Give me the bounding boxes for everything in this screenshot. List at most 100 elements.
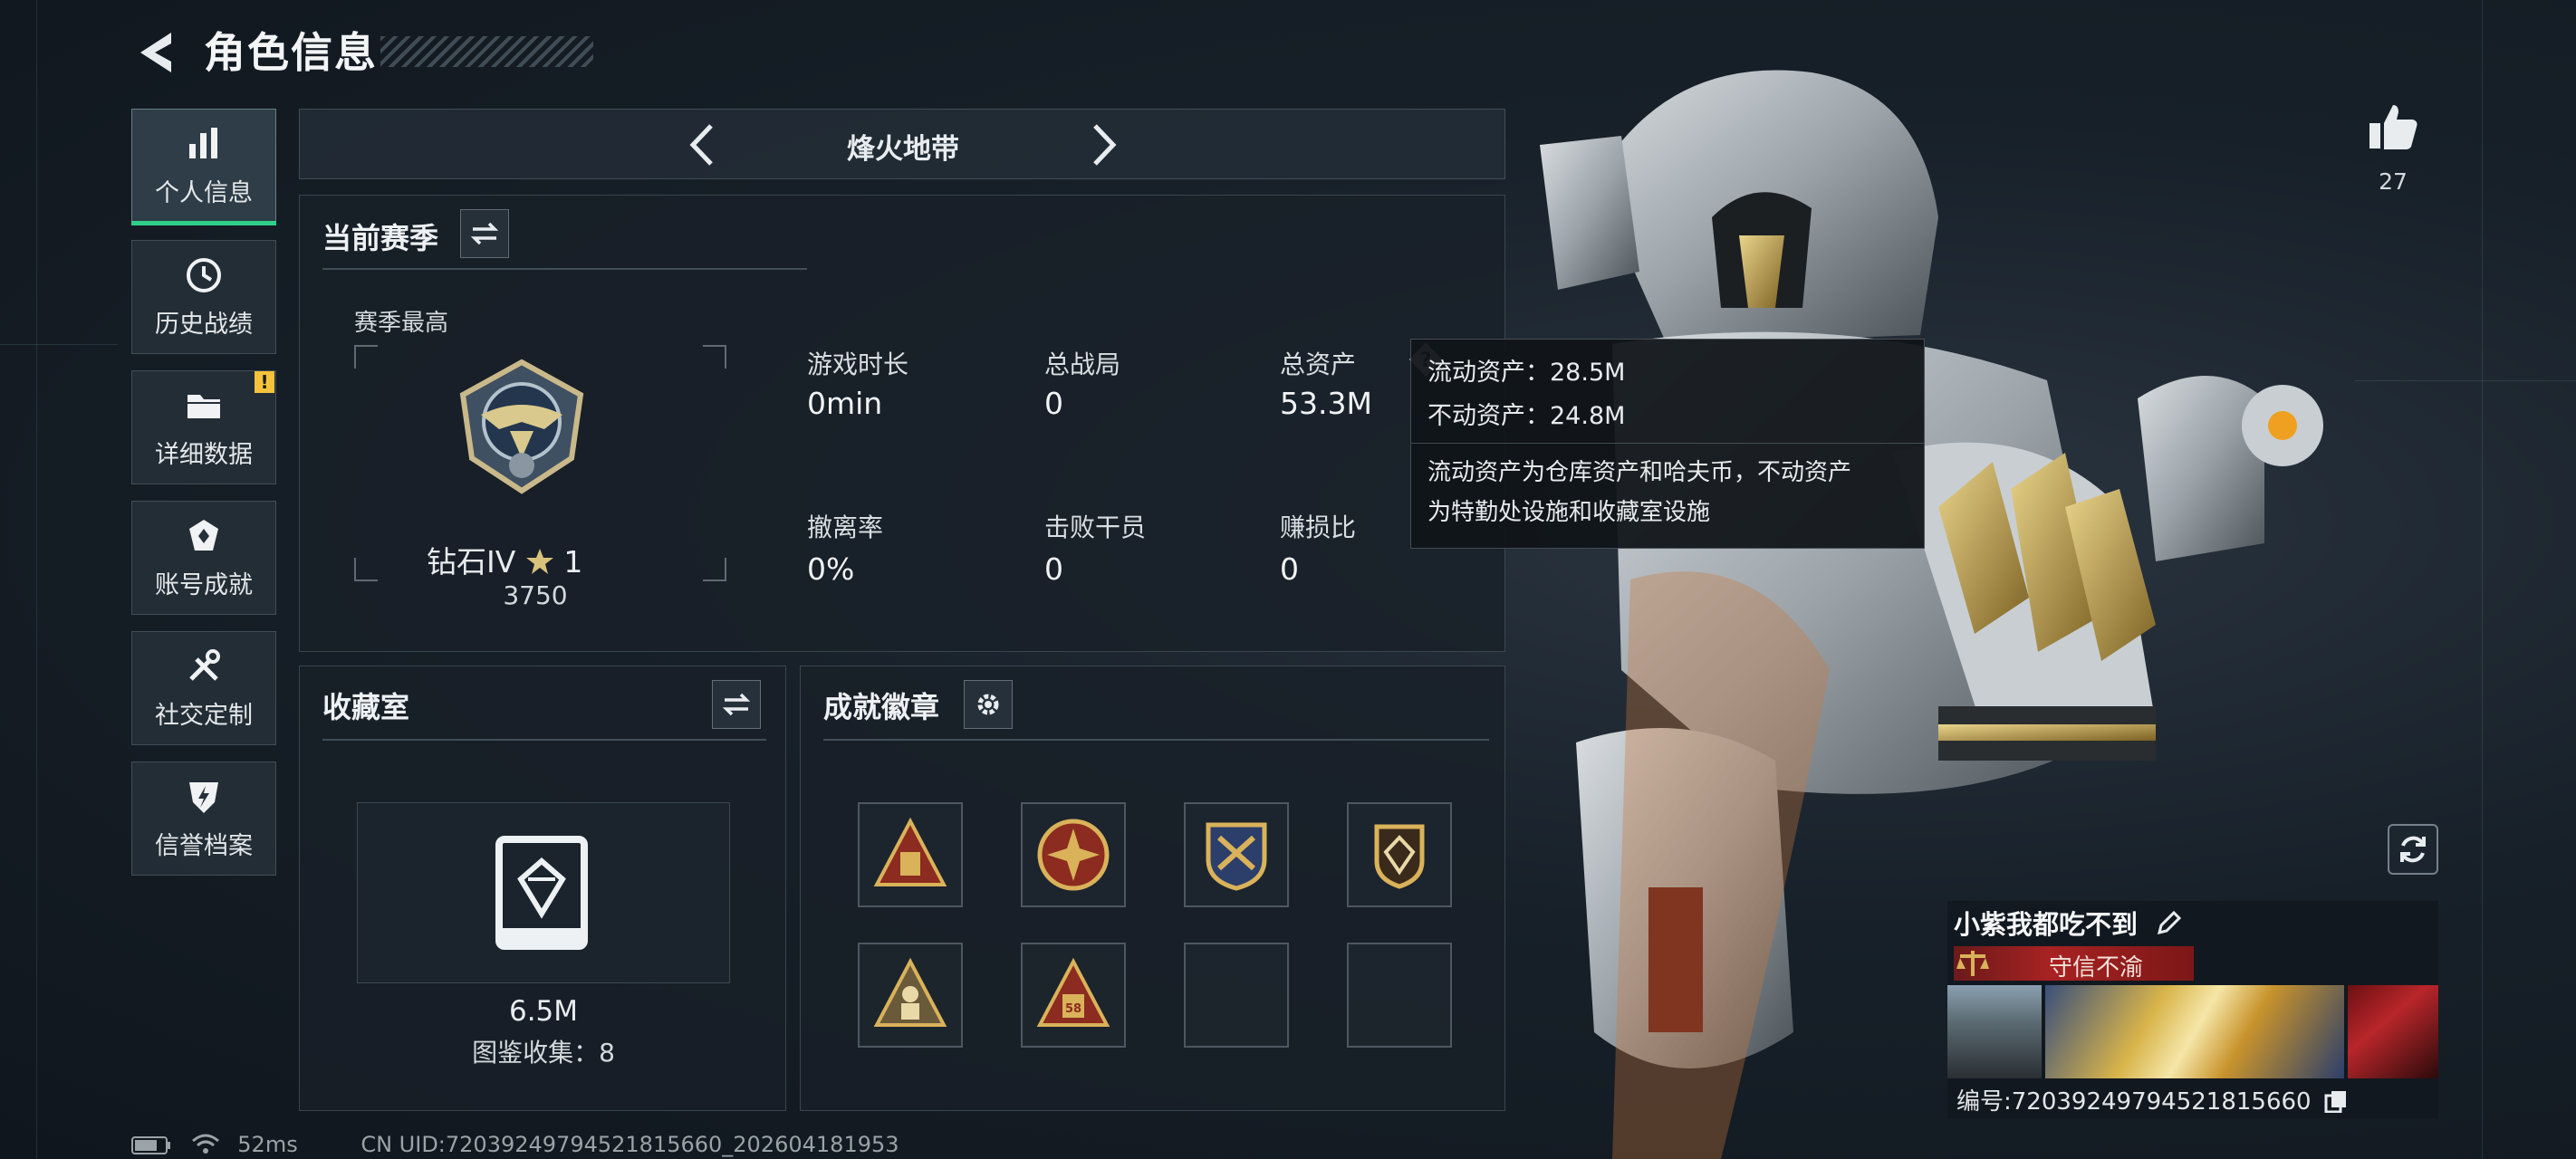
frame-corner <box>354 345 378 369</box>
triangle-crate-badge-icon <box>873 817 947 886</box>
achievement-badge-slot[interactable] <box>1184 802 1289 907</box>
achievements-panel: 成就徽章 58 <box>800 666 1505 1111</box>
mode-selector: 烽火地带 <box>299 109 1505 179</box>
achievement-badge-slot[interactable] <box>858 802 963 907</box>
player-uid-row: 编号:7203924979452181566​0 <box>1956 1083 2348 1116</box>
next-mode-button[interactable] <box>1081 120 1126 169</box>
thumbs-up-icon <box>2369 105 2417 149</box>
round-star-badge-icon <box>1037 819 1110 891</box>
bar-chart-icon <box>189 127 217 158</box>
battery-icon <box>131 1136 170 1154</box>
divider <box>322 268 807 270</box>
sidebar-item-history[interactable]: 历史战绩 <box>131 240 276 354</box>
stat-value-playtime: 0min <box>807 386 883 421</box>
collection-count: 图鉴收集：8 <box>472 1038 615 1068</box>
frame-corner <box>703 345 726 369</box>
achievement-badge-slot-empty[interactable] <box>1347 943 1452 1048</box>
stat-label-playtime: 游戏时长 <box>807 350 909 379</box>
like-button[interactable] <box>2366 100 2420 154</box>
rank-emblem-icon <box>459 359 584 494</box>
player-uid: 编号:7203924979452181566​0 <box>1956 1088 2312 1116</box>
sidebar-item-label: 详细数据 <box>155 440 253 469</box>
tooltip-description-2: 为特勤处设施和收藏室设施 <box>1427 499 1711 526</box>
sidebar-item-label: 账号成就 <box>155 570 253 599</box>
triangle-soldier-badge-icon <box>873 957 947 1027</box>
gem-shield-badge-icon <box>1374 824 1425 889</box>
stat-value-operators-defeated: 0 <box>1044 551 1063 587</box>
profile-banner-card[interactable] <box>2045 985 2344 1078</box>
refresh-button[interactable] <box>2388 824 2438 875</box>
collection-value: 6.5M <box>508 995 579 1028</box>
active-indicator <box>131 221 276 225</box>
player-name: 小紫我都吃不到 <box>1954 909 2139 940</box>
stat-value-total-matches: 0 <box>1044 386 1063 421</box>
swap-icon <box>722 693 751 716</box>
sidebar-item-reputation[interactable]: 信誉档案 <box>131 761 276 876</box>
title-decoration <box>380 36 593 67</box>
chevron-right-icon <box>1093 124 1117 166</box>
folder-icon <box>187 394 220 418</box>
triangle-58-badge-icon: 58 <box>1036 957 1110 1027</box>
motto-text: 守信不渝 <box>2048 954 2143 982</box>
season-highest-label: 赛季最高 <box>354 310 449 337</box>
sidebar-item-label: 个人信息 <box>155 178 253 207</box>
profile-banner-card[interactable] <box>2348 985 2438 1078</box>
status-bar: 52ms CN UID:7203924979452181566​0_202604… <box>131 1132 899 1157</box>
stat-label-profit-ratio: 赚损比 <box>1280 512 1357 542</box>
frame-corner <box>703 558 726 581</box>
page-title: 角色信息 <box>204 28 378 77</box>
edit-pencil-icon[interactable] <box>2156 909 2183 936</box>
achievement-badge-slot-empty[interactable] <box>1184 943 1289 1048</box>
clock-icon <box>187 257 221 292</box>
stat-value-extract-rate: 0% <box>807 551 855 587</box>
achievement-badge-slot[interactable] <box>1021 802 1126 907</box>
divider <box>823 739 1489 741</box>
achievement-badge-slot[interactable] <box>1347 802 1452 907</box>
gear-icon <box>977 694 999 715</box>
copy-icon[interactable] <box>2324 1089 2348 1114</box>
season-panel: 当前赛季 赛季最高 钻石IV 1 3750 游戏时长 0min 总战局 0 总资… <box>299 195 1505 652</box>
profile-banner-card[interactable] <box>1947 985 2042 1078</box>
sidebar-item-achievements[interactable]: 账号成就 <box>131 501 276 615</box>
swap-icon <box>470 222 499 245</box>
achievement-badge-slot[interactable]: 58 <box>1021 943 1126 1048</box>
stat-label-total-assets: 总资产 <box>1280 350 1357 379</box>
svg-text:58: 58 <box>1065 1002 1081 1016</box>
tooltip-description-1: 流动资产为仓库资产和哈夫币，不动资产 <box>1427 459 1852 486</box>
notification-badge: ! <box>255 371 274 393</box>
assets-tooltip: 流动资产：28.5M 不动资产：24.8M 流动资产为仓库资产和哈夫币，不动资产… <box>1410 339 1925 549</box>
back-arrow-icon <box>140 33 171 72</box>
collection-title: 收藏室 <box>322 690 410 724</box>
sidebar-item-social-custom[interactable]: 社交定制 <box>131 631 276 745</box>
sidebar-item-personal-info[interactable]: 个人信息 <box>131 109 276 223</box>
refresh-icon <box>2400 836 2426 863</box>
star-icon <box>525 549 553 574</box>
mode-title: 烽火地带 <box>847 133 959 166</box>
tooltip-fixed-assets: 不动资产：24.8M <box>1427 402 1626 430</box>
season-title: 当前赛季 <box>322 221 439 255</box>
client-uid: CN UID:7203924979452181566​0_20260418195… <box>360 1132 899 1157</box>
sidebar-item-label: 历史战绩 <box>155 310 253 339</box>
collection-panel: 收藏室 6.5M 图鉴收集：8 <box>299 666 786 1111</box>
stat-value-total-assets: 53.3M <box>1280 386 1372 421</box>
sidebar-item-label: 社交定制 <box>155 701 253 730</box>
rank-line: 钻石IV 1 <box>427 538 582 581</box>
rank-stars: 1 <box>563 544 583 580</box>
ping-value: 52ms <box>237 1132 298 1157</box>
display-case-icon <box>495 836 588 950</box>
frame-corner <box>354 558 378 581</box>
stat-label-extract-rate: 撤离率 <box>807 512 884 542</box>
divider <box>1411 443 1924 444</box>
achievement-badge-slot[interactable] <box>858 943 963 1048</box>
stat-label-operators-defeated: 击败干员 <box>1044 512 1147 542</box>
back-button[interactable] <box>131 25 186 80</box>
collection-swap-button[interactable] <box>712 680 761 729</box>
stat-value-profit-ratio: 0 <box>1280 551 1299 587</box>
achievements-settings-button[interactable] <box>964 680 1013 729</box>
rank-name: 钻石IV <box>427 544 516 580</box>
wifi-icon <box>191 1134 219 1154</box>
shield-wrench-badge-icon <box>1206 822 1267 891</box>
tooltip-liquid-assets: 流动资产：28.5M <box>1427 359 1626 387</box>
scale-icon <box>1956 951 1989 976</box>
season-swap-button[interactable] <box>460 209 509 258</box>
